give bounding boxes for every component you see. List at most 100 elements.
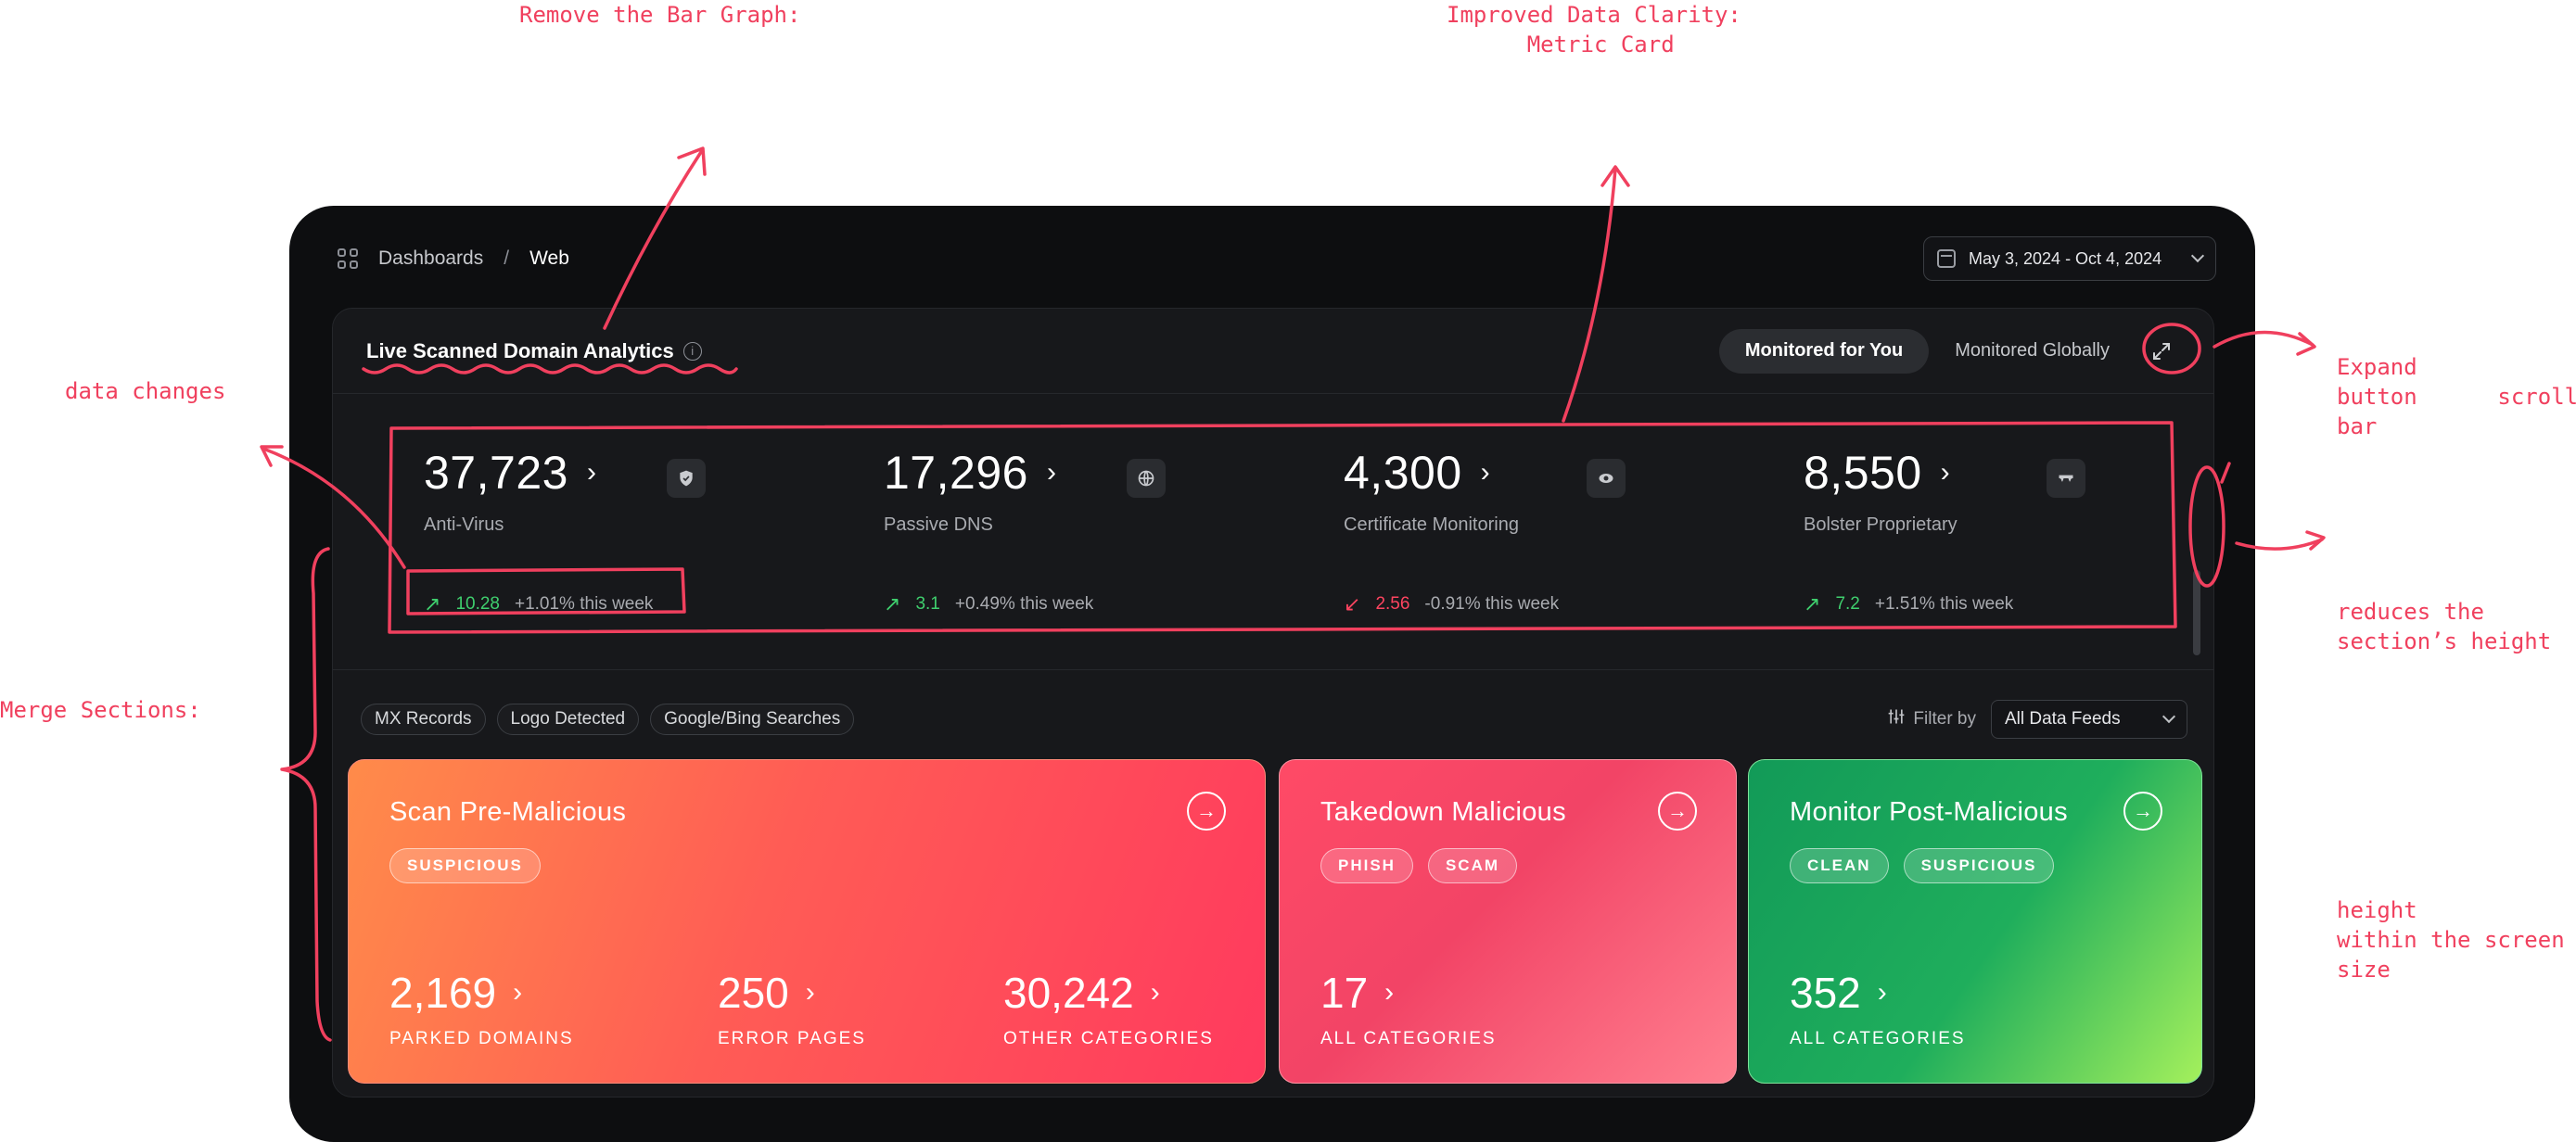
metric-value: 4,300 (1344, 447, 1462, 499)
panel-title: Live Scanned Domain Analytics (366, 338, 674, 362)
tag-suspicious: SUSPICIOUS (389, 848, 541, 883)
arrow-expand-head (2296, 332, 2316, 356)
metric-value: 8,550 (1804, 447, 1922, 499)
chip-google-bing-searches[interactable]: Google/Bing Searches (650, 704, 855, 735)
stat-value: 250 (718, 969, 789, 1017)
annotation-merge-sections: Merge Sections: (0, 697, 201, 723)
metric-label: Anti-Virus (424, 514, 504, 535)
expand-icon[interactable] (2143, 333, 2180, 370)
trend-down-icon: ↙ (1344, 592, 1361, 615)
trend-up-icon: ↗ (884, 592, 901, 615)
data-feed-selected: All Data Feeds (2005, 709, 2121, 729)
date-range-picker[interactable]: May 3, 2024 - Oct 4, 2024 (1923, 236, 2216, 281)
card-title: Monitor Post-Malicious (1790, 797, 2068, 827)
arrow-right-circle-icon[interactable]: → (1658, 792, 1697, 831)
card-title: Takedown Malicious (1320, 797, 1566, 827)
analytics-panel: Live Scanned Domain Analytics i Monitore… (332, 308, 2214, 1098)
metric-change: ↗ 10.28 +1.01% this week (424, 592, 653, 616)
stat-all-categories[interactable]: 17 › ALL CATEGORIES (1320, 968, 1497, 1049)
globe-icon (1127, 459, 1166, 498)
chip-mx-records[interactable]: MX Records (361, 704, 486, 735)
annotation-data-changes: data changes (65, 378, 226, 404)
tag-clean: CLEAN (1790, 848, 1889, 883)
metric-card-bolster-proprietary[interactable]: 8,550 › Bolster Proprietary ↗ 7.2 +1.51% … (1804, 446, 2100, 631)
chevron-right-icon: › (586, 457, 597, 488)
tag-suspicious: SUSPICIOUS (1903, 848, 2055, 883)
metric-label: Certificate Monitoring (1344, 514, 1519, 535)
stat-all-categories[interactable]: 352 › ALL CATEGORIES (1790, 968, 1966, 1049)
metric-change: ↗ 3.1 +0.49% this week (884, 592, 1093, 616)
chevron-right-icon: › (1480, 457, 1491, 488)
arrow-improved-clarity-head (1600, 165, 1630, 187)
filter-bar: MX Records Logo Detected Google/Bing Sea… (361, 700, 2187, 739)
metric-label: Bolster Proprietary (1804, 514, 1958, 535)
metric-change: ↙ 2.56 -0.91% this week (1344, 592, 1559, 616)
metric-value: 37,723 (424, 447, 568, 499)
arrow-reduces-height-head (2305, 530, 2326, 551)
category-cards: Scan Pre-Malicious → SUSPICIOUS 2,169 › P… (348, 759, 2202, 1084)
stat-label: ALL CATEGORIES (1320, 1029, 1497, 1048)
tag-scam: SCAM (1427, 848, 1518, 883)
metric-cards-row: 37,723 › Anti-Virus ↗ 10.28 +1.01% this w… (333, 396, 2213, 670)
card-scan-pre-malicious[interactable]: Scan Pre-Malicious → SUSPICIOUS 2,169 › P… (348, 759, 1266, 1084)
stat-label: PARKED DOMAINS (389, 1029, 574, 1048)
chevron-down-icon (2162, 709, 2176, 724)
annotation-expand-scroll: Expand button scroll bar (2337, 354, 2576, 439)
stat-label: ALL CATEGORIES (1790, 1029, 1966, 1048)
stat-label: ERROR PAGES (718, 1029, 866, 1048)
sliders-icon (1887, 707, 1906, 731)
chevron-right-icon: › (513, 977, 523, 1008)
tab-monitored-globally[interactable]: Monitored Globally (1929, 329, 2136, 374)
arrow-right-circle-icon[interactable]: → (1187, 792, 1226, 831)
chevron-right-icon: › (1877, 977, 1887, 1008)
dashboard-grid-icon (338, 248, 358, 269)
metric-card-anti-virus[interactable]: 37,723 › Anti-Virus ↗ 10.28 +1.01% this w… (424, 446, 721, 631)
stat-label: OTHER CATEGORIES (1003, 1029, 1214, 1048)
metric-change-week: -0.91% this week (1424, 594, 1560, 614)
stat-value: 352 (1790, 969, 1861, 1017)
chevron-down-icon (2190, 248, 2205, 263)
eye-icon (1587, 459, 1626, 498)
card-title: Scan Pre-Malicious (389, 797, 627, 827)
stat-error-pages[interactable]: 250 › ERROR PAGES (718, 968, 866, 1049)
card-monitor-post-malicious[interactable]: Monitor Post-Malicious → CLEAN SUSPICIOU… (1748, 759, 2202, 1084)
trend-up-icon: ↗ (1804, 592, 1821, 615)
stat-value: 2,169 (389, 969, 497, 1017)
annotation-remove-bar-graph: Remove the Bar Graph: (519, 2, 801, 28)
filter-by-label: Filter by (1913, 709, 1976, 729)
top-bar: Dashboards / Web May 3, 2024 - Oct 4, 20… (338, 235, 2216, 282)
arrow-right-circle-icon[interactable]: → (2123, 792, 2162, 831)
chevron-right-icon: › (1046, 457, 1057, 488)
date-range-label: May 3, 2024 - Oct 4, 2024 (1969, 248, 2162, 268)
card-takedown-malicious[interactable]: Takedown Malicious → PHISH SCAM 17 › ALL … (1279, 759, 1737, 1084)
breadcrumb-current: Web (529, 247, 569, 269)
stat-other-categories[interactable]: 30,242 › OTHER CATEGORIES (1003, 968, 1214, 1049)
data-feed-select[interactable]: All Data Feeds (1991, 700, 2187, 739)
annotation-reduces-height: reduces the section’s height (2337, 599, 2552, 654)
metric-value: 17,296 (884, 447, 1028, 499)
scope-toggle: Monitored for You Monitored Globally (1718, 328, 2180, 374)
metric-change: ↗ 7.2 +1.51% this week (1804, 592, 2013, 616)
tab-monitored-for-you[interactable]: Monitored for You (1718, 328, 1930, 374)
metric-card-passive-dns[interactable]: 17,296 › Passive DNS ↗ 3.1 +0.49% this we… (884, 446, 1180, 631)
chevron-right-icon: › (1384, 977, 1395, 1008)
chevron-right-icon: › (1940, 457, 1951, 488)
info-icon[interactable]: i (682, 341, 702, 361)
chevron-right-icon: › (805, 977, 815, 1008)
vertical-scrollbar[interactable] (2193, 570, 2200, 655)
metric-change-value: 3.1 (915, 594, 940, 614)
stat-parked-domains[interactable]: 2,169 › PARKED DOMAINS (389, 968, 574, 1049)
breadcrumb-dashboards[interactable]: Dashboards (378, 247, 483, 270)
arrow-data-changes-head (260, 445, 284, 467)
calendar-icon (1937, 249, 1956, 268)
metric-label: Passive DNS (884, 514, 993, 535)
chip-logo-detected[interactable]: Logo Detected (496, 704, 640, 735)
trend-up-icon: ↗ (424, 592, 441, 615)
metric-change-week: +1.01% this week (514, 594, 654, 614)
chevron-right-icon: › (1150, 977, 1160, 1008)
stat-value: 17 (1320, 969, 1369, 1017)
annotation-improved-clarity: Improved Data Clarity: Metric Card (1447, 2, 1741, 57)
metric-card-certificate-monitoring[interactable]: 4,300 › Certificate Monitoring ↙ 2.56 -0.… (1344, 446, 1640, 631)
stat-value: 30,242 (1003, 969, 1134, 1017)
metric-change-value: 7.2 (1835, 594, 1860, 614)
